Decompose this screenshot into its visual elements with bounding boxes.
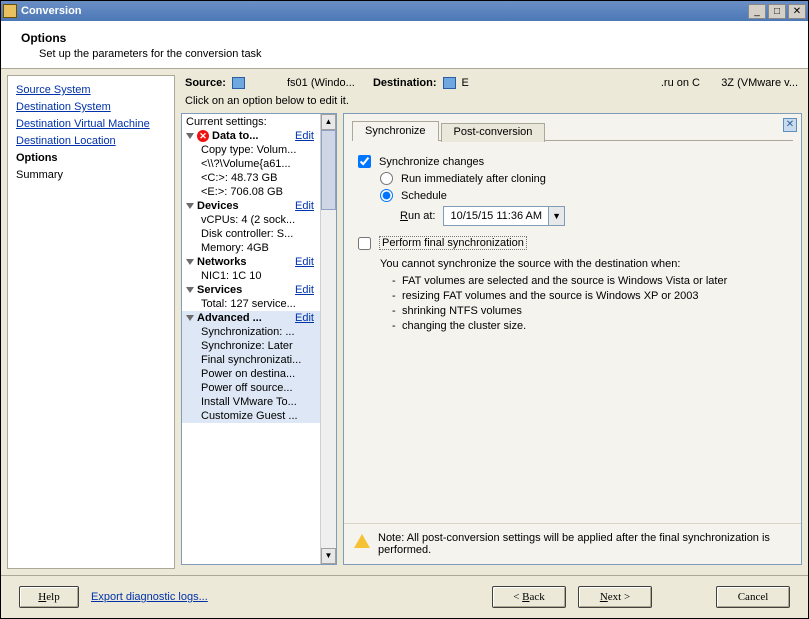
tree-item[interactable]: Memory: 4GB <box>182 241 320 255</box>
error-icon: ✕ <box>197 130 209 142</box>
tree-item[interactable]: Synchronize: Later <box>182 339 320 353</box>
tree-item[interactable]: Disk controller: S... <box>182 227 320 241</box>
tab-synchronize[interactable]: Synchronize <box>352 121 439 141</box>
tree-item[interactable]: <E:>: 706.08 GB <box>182 185 320 199</box>
cancel-button[interactable]: Cancel <box>716 586 790 608</box>
scroll-up-icon[interactable]: ▲ <box>321 114 336 130</box>
nav-destination-vm[interactable]: Destination Virtual Machine <box>16 116 166 133</box>
chevron-down-icon <box>186 203 194 209</box>
nav-summary[interactable]: Summary <box>16 167 166 184</box>
edit-advanced-link[interactable]: Edit <box>295 312 316 324</box>
tree-item[interactable]: NIC1: 1C 10 <box>182 269 320 283</box>
page-subtitle: Set up the parameters for the conversion… <box>39 48 788 60</box>
close-button[interactable]: ✕ <box>788 4 806 19</box>
tree-header: Current settings: <box>182 115 320 129</box>
chevron-down-icon <box>186 287 194 293</box>
run-at-label: Run at: <box>400 210 435 222</box>
next-button[interactable]: Next > <box>578 586 652 608</box>
destination-tail: .ru on C <box>661 77 700 89</box>
tree-group-networks[interactable]: Networks Edit <box>182 255 320 269</box>
edit-networks-link[interactable]: Edit <box>295 256 316 268</box>
synchronize-changes-checkbox[interactable]: Synchronize changes <box>358 155 787 168</box>
tree-item[interactable]: Total: 127 service... <box>182 297 320 311</box>
vm-icon <box>443 77 456 89</box>
tree-item[interactable]: Final synchronizati... <box>182 353 320 367</box>
destination-value: E <box>462 77 469 89</box>
destination-host: 3Z (VMware v... <box>721 77 798 89</box>
conditions-list: FAT volumes are selected and the source … <box>380 274 787 334</box>
cannot-sync-text: You cannot synchronize the source with t… <box>380 258 787 270</box>
tree-item[interactable]: <C:>: 48.73 GB <box>182 171 320 185</box>
detail-panel: ✕ Synchronize Post-conversion Synchroniz… <box>343 113 802 565</box>
minimize-button[interactable]: _ <box>748 4 766 19</box>
tree-item[interactable]: Customize Guest ... <box>182 409 320 423</box>
scroll-down-icon[interactable]: ▼ <box>321 548 336 564</box>
tree-group-data[interactable]: ✕ Data to... Edit <box>182 129 320 143</box>
source-label: Source: <box>185 77 226 89</box>
destination-label: Destination: <box>373 77 437 89</box>
nav-destination-system[interactable]: Destination System <box>16 99 166 116</box>
tree-item[interactable]: Copy type: Volum... <box>182 143 320 157</box>
tree-item[interactable]: Power on destina... <box>182 367 320 381</box>
nav-destination-location[interactable]: Destination Location <box>16 133 166 150</box>
source-value: fs01 (Windo... <box>287 77 355 89</box>
tree-item[interactable]: Synchronization: ... <box>182 325 320 339</box>
tree-item[interactable]: <\\?\Volume{a61... <box>182 157 320 171</box>
app-window: Conversion _ □ ✕ Options Set up the para… <box>0 0 809 619</box>
back-button[interactable]: < Back <box>492 586 566 608</box>
settings-tree: Current settings: ✕ Data to... Edit Copy… <box>181 113 337 565</box>
export-logs-link[interactable]: Export diagnostic logs... <box>91 591 208 603</box>
tree-group-services[interactable]: Services Edit <box>182 283 320 297</box>
run-at-datetime[interactable]: 10/15/15 11:36 AM ▼ <box>443 206 565 226</box>
scroll-thumb[interactable] <box>321 130 336 210</box>
run-immediately-radio[interactable]: Run immediately after cloning <box>358 172 787 185</box>
title-bar[interactable]: Conversion _ □ ✕ <box>1 1 808 21</box>
footer-bar: Help Export diagnostic logs... < Back Ne… <box>1 575 808 618</box>
schedule-radio[interactable]: Schedule <box>358 189 787 202</box>
warning-icon <box>354 534 370 548</box>
hint-text: Click on an option below to edit it. <box>181 95 802 113</box>
perform-final-sync-checkbox[interactable]: Perform final synchronization <box>358 236 787 250</box>
edit-data-link[interactable]: Edit <box>295 130 316 142</box>
wizard-nav: Source System Destination System Destina… <box>7 75 175 569</box>
dropdown-icon[interactable]: ▼ <box>548 207 564 225</box>
nav-source-system[interactable]: Source System <box>16 82 166 99</box>
chevron-down-icon <box>186 315 194 321</box>
computer-icon <box>232 77 245 89</box>
help-button[interactable]: Help <box>19 586 79 608</box>
tree-group-advanced[interactable]: Advanced ... Edit <box>182 311 320 325</box>
tree-item[interactable]: Power off source... <box>182 381 320 395</box>
tree-scrollbar[interactable]: ▲ ▼ <box>320 114 336 564</box>
window-title: Conversion <box>21 5 746 17</box>
info-note: Note: All post-conversion settings will … <box>344 523 801 564</box>
chevron-down-icon <box>186 133 194 139</box>
page-header: Options Set up the parameters for the co… <box>1 21 808 68</box>
edit-services-link[interactable]: Edit <box>295 284 316 296</box>
nav-options[interactable]: Options <box>16 150 166 167</box>
maximize-button[interactable]: □ <box>768 4 786 19</box>
chevron-down-icon <box>186 259 194 265</box>
app-icon <box>3 4 17 18</box>
tree-item[interactable]: vCPUs: 4 (2 sock... <box>182 213 320 227</box>
tab-post-conversion[interactable]: Post-conversion <box>441 123 546 142</box>
edit-devices-link[interactable]: Edit <box>295 200 316 212</box>
source-bar: Source: fs01 (Windo... Destination: E .r… <box>181 75 802 95</box>
tree-group-devices[interactable]: Devices Edit <box>182 199 320 213</box>
page-title: Options <box>21 31 788 45</box>
note-text: Note: All post-conversion settings will … <box>378 532 791 556</box>
tree-item[interactable]: Install VMware To... <box>182 395 320 409</box>
